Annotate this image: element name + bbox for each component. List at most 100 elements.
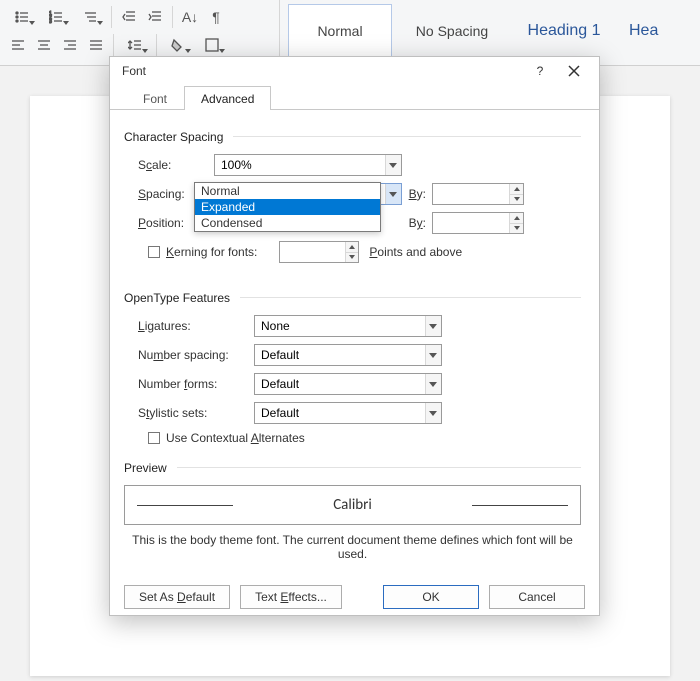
- number-forms-combo[interactable]: [254, 373, 442, 395]
- font-dialog: Font ? Font Advanced Character Spacing S…: [109, 56, 600, 616]
- set-as-default-button[interactable]: Set As Default: [124, 585, 230, 609]
- spacing-by-label: By:: [408, 187, 426, 201]
- cancel-button[interactable]: Cancel: [489, 585, 585, 609]
- style-heading-2[interactable]: Hea: [624, 4, 674, 58]
- decrease-indent-button[interactable]: [117, 6, 141, 28]
- cancel-label: Cancel: [518, 590, 555, 604]
- position-by-label: By:: [408, 216, 426, 230]
- chevron-down-icon: [514, 197, 520, 201]
- character-spacing-heading: Character Spacing: [124, 130, 223, 144]
- line-spacing-button[interactable]: [119, 34, 151, 56]
- kerning-label: Kerning for fonts:: [166, 245, 257, 259]
- kerning-points-spinner[interactable]: [279, 241, 359, 263]
- scale-input[interactable]: [215, 155, 385, 175]
- ok-button[interactable]: OK: [383, 585, 479, 609]
- dialog-tabs: Font Advanced: [110, 85, 599, 110]
- dialog-title: Font: [122, 64, 146, 78]
- text-effects-button[interactable]: Text Effects...: [240, 585, 342, 609]
- contextual-alternates-checkbox[interactable]: [148, 432, 160, 444]
- spacing-by-spinner[interactable]: [432, 183, 524, 205]
- tab-font-label: Font: [143, 92, 167, 106]
- spacing-option[interactable]: Condensed: [195, 215, 380, 231]
- number-spacing-dropdown-button[interactable]: [425, 345, 441, 365]
- multilevel-list-button[interactable]: [74, 6, 106, 28]
- contextual-alternates-label: Use Contextual Alternates: [166, 431, 305, 445]
- preview-heading: Preview: [124, 461, 167, 475]
- borders-button[interactable]: [196, 34, 228, 56]
- scale-label: Scale:: [138, 158, 208, 172]
- chevron-down-icon: [429, 324, 437, 329]
- spacing-dropdown-button[interactable]: [385, 184, 401, 204]
- chevron-down-icon: [429, 411, 437, 416]
- styles-gallery: Normal No Spacing Heading 1 Hea: [280, 0, 700, 62]
- spacing-by-up[interactable]: [510, 184, 523, 195]
- style-no-spacing[interactable]: No Spacing: [400, 4, 504, 58]
- dialog-footer: Set As Default Text Effects... OK Cancel: [110, 579, 599, 615]
- align-center-button[interactable]: [32, 34, 56, 56]
- spacing-by-input[interactable]: [433, 184, 509, 204]
- kerning-checkbox[interactable]: [148, 246, 160, 258]
- ligatures-dropdown-button[interactable]: [425, 316, 441, 336]
- kerning-points-down[interactable]: [346, 253, 358, 263]
- preview-line-right: [472, 505, 568, 506]
- scale-dropdown-button[interactable]: [385, 155, 401, 175]
- set-as-default-label: Set As Default: [139, 590, 215, 604]
- chevron-down-icon: [429, 382, 437, 387]
- preview-line-left: [137, 505, 233, 506]
- help-icon: ?: [537, 64, 544, 78]
- position-by-down[interactable]: [510, 224, 523, 234]
- position-by-spinner[interactable]: [432, 212, 524, 234]
- chevron-down-icon: [514, 226, 520, 230]
- spacing-option[interactable]: Expanded: [195, 199, 380, 215]
- number-forms-dropdown-button[interactable]: [425, 374, 441, 394]
- justify-button[interactable]: [84, 34, 108, 56]
- text-effects-label: Text Effects...: [255, 590, 327, 604]
- chevron-down-icon: [389, 163, 397, 168]
- stylistic-sets-input[interactable]: [255, 403, 425, 423]
- preview-box: Calibri: [124, 485, 581, 525]
- ok-label: OK: [422, 590, 439, 604]
- chevron-down-icon: [429, 353, 437, 358]
- dialog-body: Character Spacing Scale: Spacing: By:: [110, 110, 599, 579]
- shading-button[interactable]: [162, 34, 194, 56]
- tab-advanced[interactable]: Advanced: [184, 86, 271, 110]
- ligatures-label: Ligatures:: [138, 319, 248, 333]
- ligatures-input[interactable]: [255, 316, 425, 336]
- style-heading-1[interactable]: Heading 1: [512, 4, 616, 58]
- help-button[interactable]: ?: [523, 57, 557, 85]
- spacing-option[interactable]: Normal: [195, 183, 380, 199]
- scale-combo[interactable]: [214, 154, 402, 176]
- chevron-up-icon: [349, 245, 355, 249]
- number-spacing-combo[interactable]: [254, 344, 442, 366]
- tab-advanced-label: Advanced: [201, 92, 254, 106]
- svg-text:3: 3: [49, 19, 52, 24]
- stylistic-sets-combo[interactable]: [254, 402, 442, 424]
- chevron-down-icon: [389, 192, 397, 197]
- tab-font[interactable]: Font: [126, 86, 184, 110]
- kerning-units-label: Points and above: [369, 245, 462, 259]
- numbering-button[interactable]: 123: [40, 6, 72, 28]
- align-right-button[interactable]: [58, 34, 82, 56]
- dialog-title-bar[interactable]: Font ?: [110, 57, 599, 85]
- bullets-button[interactable]: [6, 6, 38, 28]
- spacing-dropdown-list[interactable]: NormalExpandedCondensed: [194, 182, 381, 232]
- close-button[interactable]: [557, 57, 591, 85]
- style-normal[interactable]: Normal: [288, 4, 392, 58]
- stylistic-sets-label: Stylistic sets:: [138, 406, 248, 420]
- spacing-by-down[interactable]: [510, 195, 523, 205]
- ligatures-combo[interactable]: [254, 315, 442, 337]
- position-by-input[interactable]: [433, 213, 509, 233]
- increase-indent-button[interactable]: [143, 6, 167, 28]
- preview-caption: This is the body theme font. The current…: [124, 533, 581, 561]
- number-spacing-label: Number spacing:: [138, 348, 248, 362]
- number-forms-input[interactable]: [255, 374, 425, 394]
- kerning-points-up[interactable]: [346, 242, 358, 253]
- stylistic-sets-dropdown-button[interactable]: [425, 403, 441, 423]
- position-by-up[interactable]: [510, 213, 523, 224]
- kerning-points-input[interactable]: [280, 242, 345, 262]
- show-marks-button[interactable]: ¶: [204, 6, 228, 28]
- number-forms-label: Number forms:: [138, 377, 248, 391]
- number-spacing-input[interactable]: [255, 345, 425, 365]
- sort-button[interactable]: A↓: [178, 6, 202, 28]
- align-left-button[interactable]: [6, 34, 30, 56]
